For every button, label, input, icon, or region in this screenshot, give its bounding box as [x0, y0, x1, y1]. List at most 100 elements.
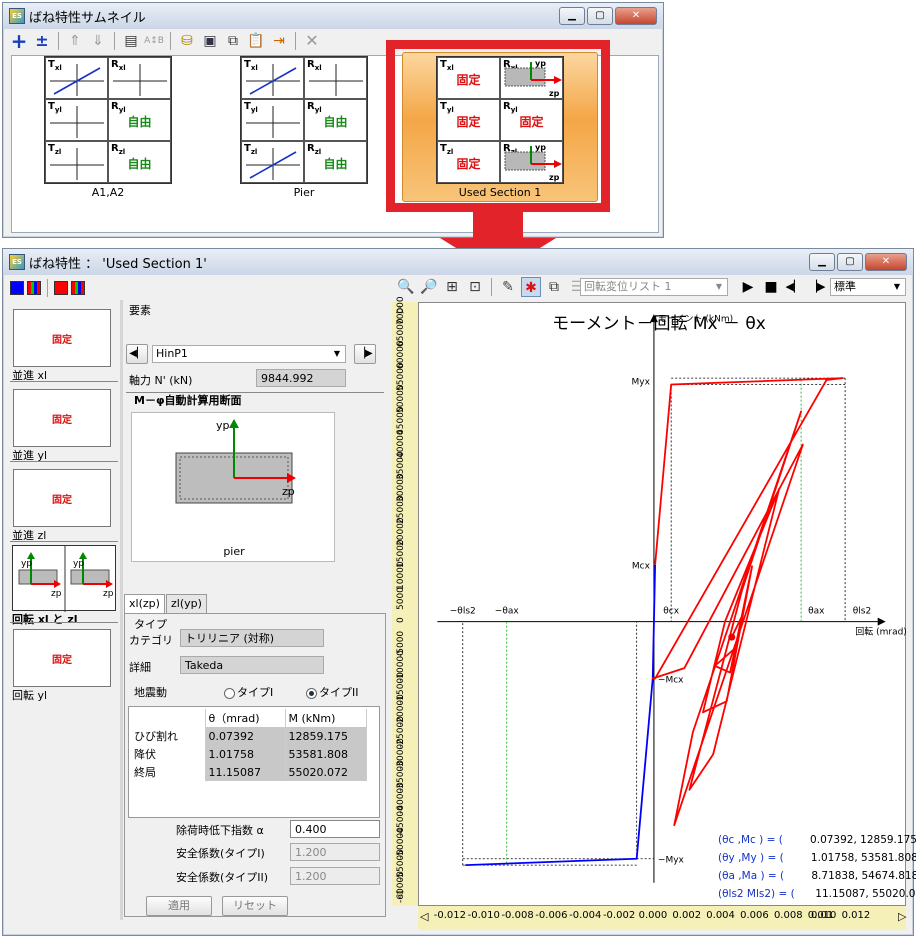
rotation-yl-box[interactable]: 固定 [13, 629, 111, 687]
free-axes-icon [113, 64, 167, 96]
import-icon[interactable]: ⇥ [269, 31, 289, 51]
dof-state-text: 自由 [323, 156, 348, 171]
apply-button[interactable]: 適用 [146, 896, 212, 916]
view-icon[interactable]: ▣ [200, 31, 220, 51]
scroll-up-arrow[interactable]: △ [396, 304, 404, 315]
zoom-in-icon[interactable]: 🔍 [396, 277, 416, 297]
scroll-down-arrow[interactable]: ▽ [396, 890, 404, 901]
radio-type2[interactable]: タイプII [306, 684, 359, 700]
svg-text:yp: yp [21, 559, 32, 569]
displacement-list-dropdown[interactable]: 回転変位リスト 1 ▼ [580, 278, 728, 296]
radio-type2-circle[interactable] [306, 687, 317, 699]
close-button[interactable]: ✕ [865, 253, 907, 271]
table-row[interactable]: 降伏 1.01758 53581.808 [131, 745, 367, 763]
thumbnail-window-titlebar[interactable]: ES ばね特性サムネイル ▁ ▢ ✕ [3, 3, 663, 29]
seismic-label: 地震動 [134, 686, 167, 699]
table-cell[interactable]: 0.07392 [205, 727, 286, 745]
sort-icon[interactable]: A↕B [144, 31, 164, 51]
move-up-icon[interactable]: ⇑ [65, 31, 85, 51]
minimize-button[interactable]: ▁ [559, 7, 585, 25]
database-icon[interactable]: ⛁ [177, 31, 197, 51]
zoom-out-icon[interactable]: 🔎 [419, 277, 439, 297]
previous-element-button[interactable]: ◀▏ [126, 344, 148, 364]
scale-dropdown[interactable]: 標準 ▼ [830, 278, 906, 296]
rotation-xl-zl-boxes[interactable]: yp yp zp zp [12, 545, 116, 612]
add-below-icon[interactable]: ± [32, 31, 52, 51]
thumbnail-caption: Pier [293, 186, 315, 199]
thumbnail-pier[interactable]: Txl Rxl Tyl Ryl 自由 Tzl Rzl 自由 Pier [240, 56, 368, 201]
animate-icon[interactable]: ✱ [521, 277, 541, 297]
paste-icon[interactable]: 📋 [246, 31, 266, 51]
table-cell[interactable]: 55020.072 [285, 763, 367, 781]
table-cell[interactable]: 53581.808 [285, 745, 367, 763]
free-axes-icon [50, 106, 104, 138]
radio-type1[interactable]: タイプI [224, 684, 273, 700]
divider [10, 461, 118, 462]
x-axis-label: 回転 (mrad) [855, 627, 907, 638]
series-red [651, 377, 844, 827]
reset-button[interactable]: リセット [222, 896, 288, 916]
table-row[interactable]: ひび割れ 0.07392 12859.175 [131, 727, 367, 745]
table-cell[interactable]: 1.01758 [205, 745, 286, 763]
translation-yl-box[interactable]: 固定 [13, 389, 111, 447]
tab-xl-zp[interactable]: xl(zp) [124, 594, 165, 614]
table-row[interactable]: 終局 11.15087 55020.072 [131, 763, 367, 781]
frame-icon[interactable]: ⊡ [465, 277, 485, 297]
delete-icon[interactable]: ✕ [302, 31, 322, 51]
scroll-right-arrow[interactable]: ▷ [898, 910, 906, 923]
blue-color-swatch[interactable] [10, 281, 24, 295]
element-dropdown[interactable]: HinP1 ▼ [152, 345, 346, 363]
step-back-icon[interactable]: ◀▏ [784, 277, 804, 297]
x-tick-label: 0.01 [810, 910, 834, 921]
minimize-button[interactable]: ▁ [809, 253, 835, 271]
moment-rotation-chart[interactable]: モーメント－回転 Mx － θx モーメント (kNm) 回転 (mrad) Myx… [418, 302, 907, 906]
divider [10, 622, 118, 623]
table-cell[interactable]: 12859.175 [285, 727, 367, 745]
translation-zl-state: 固定 [52, 494, 72, 506]
result-theta: 1.01758, [810, 852, 858, 864]
linear-spring-icon [246, 148, 300, 180]
maximize-button[interactable]: ▢ [837, 253, 863, 271]
chevron-down-icon: ▼ [333, 349, 341, 358]
main-window-titlebar[interactable]: ES ばね特性 ： 'Used Section 1' ▁ ▢ ✕ [3, 249, 913, 275]
table-cell[interactable]: 11.15087 [205, 763, 286, 781]
tab-zl-yp[interactable]: zl(yp) [166, 594, 207, 614]
unload-input[interactable]: 0.400 [290, 820, 380, 838]
fit-icon[interactable]: ⊞ [442, 277, 462, 297]
values-table: θ（mrad) M (kNm) ひび割れ 0.07392 12859.175 降… [128, 706, 380, 818]
move-down-icon[interactable]: ⇓ [88, 31, 108, 51]
axial-force-label: 軸力 N' (kN) [129, 374, 193, 387]
translation-xl-box[interactable]: 固定 [13, 309, 111, 367]
radio-type1-circle[interactable] [224, 687, 235, 699]
red-color-swatch[interactable] [54, 281, 68, 295]
mphi-section-label: M－φ自動計算用断面 [134, 394, 242, 407]
scroll-left-arrow[interactable]: ◁ [420, 910, 428, 923]
annotation-neg-mcx: −Mcx [658, 676, 684, 686]
maximize-button[interactable]: ▢ [587, 7, 613, 25]
table-header [131, 709, 206, 727]
free-axes-icon [246, 106, 300, 138]
thumbnail-cell: Txl [45, 57, 108, 99]
close-button[interactable]: ✕ [615, 7, 657, 25]
rotation-yl-state: 固定 [52, 654, 72, 666]
copy-icon[interactable]: ⧉ [223, 31, 243, 51]
thumbnail-a1a2[interactable]: Txl Rxl Tyl Ryl 自由 Tzl Rzl 自由 A1,A2 [44, 56, 172, 201]
next-element-button[interactable]: ▕▶ [354, 344, 376, 364]
panel-splitter[interactable] [120, 300, 123, 920]
stop-icon[interactable]: ■ [761, 277, 781, 297]
add-icon[interactable]: + [9, 31, 29, 51]
blue-palette-icon[interactable] [27, 281, 41, 295]
rotation-yl-label: 回転 yl [12, 689, 48, 702]
svg-text:zp: zp [51, 589, 62, 599]
copy-icon[interactable]: ⧉ [544, 277, 564, 297]
annotation-theta-ls2: θls2 [853, 607, 871, 617]
step-forward-icon[interactable]: ▕▶ [807, 277, 827, 297]
thumbnail-cell: Rxl [304, 57, 367, 99]
play-icon[interactable]: ▶ [738, 277, 758, 297]
properties-icon[interactable]: ▤ [121, 31, 141, 51]
red-palette-icon[interactable] [71, 281, 85, 295]
thumbnail-grid: Txl Rxl Tyl Ryl 自由 Tzl Rzl 自由 [240, 56, 368, 184]
thumbnail-cell: Ryl 自由 [304, 99, 367, 141]
pen-icon[interactable]: ✎ [498, 277, 518, 297]
translation-zl-box[interactable]: 固定 [13, 469, 111, 527]
